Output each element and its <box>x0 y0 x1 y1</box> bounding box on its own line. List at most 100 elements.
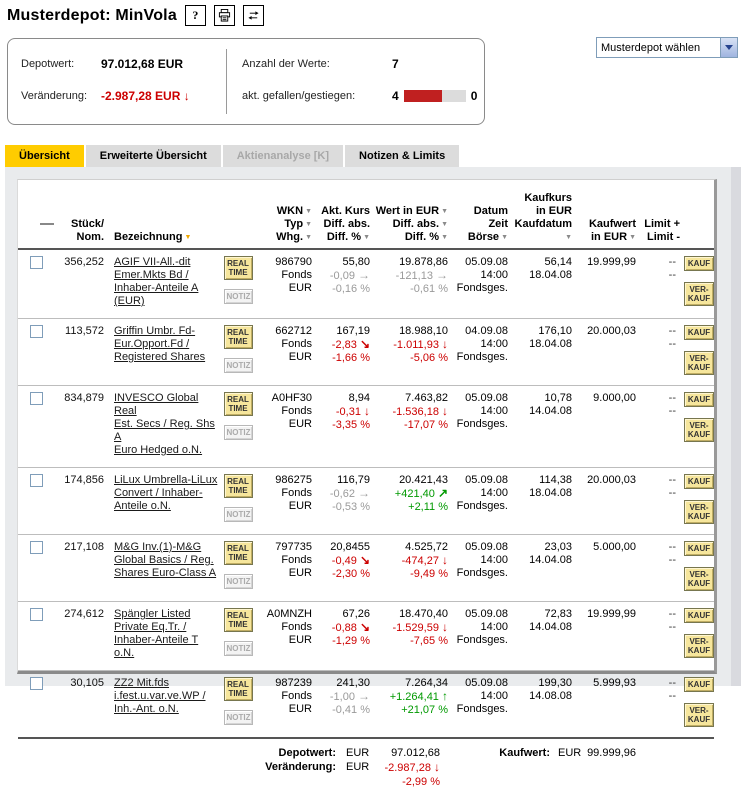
verkauf-button[interactable]: VER- KAUF <box>684 634 714 658</box>
realtime-button[interactable]: REAL TIME <box>224 677 253 701</box>
boerse-value: Fondsges. <box>452 351 508 364</box>
depotwert-value: 97.012,68 EUR <box>101 57 183 71</box>
notiz-button[interactable]: NOTIZ <box>224 289 253 304</box>
sort-icon[interactable]: ▼ <box>565 231 572 244</box>
notiz-button[interactable]: NOTIZ <box>224 574 253 589</box>
notiz-button[interactable]: NOTIZ <box>224 425 253 440</box>
limit-plus-value: -- <box>640 392 676 405</box>
trend-arrow-icon: ↓ <box>442 404 448 418</box>
sort-icon[interactable]: ▼ <box>441 231 448 244</box>
currency-label: EUR <box>346 746 372 760</box>
row-checkbox[interactable] <box>30 608 43 621</box>
verkauf-button[interactable]: VER- KAUF <box>684 567 714 591</box>
refresh-button[interactable] <box>243 5 264 26</box>
sort-icon[interactable]: ▼ <box>629 231 636 244</box>
notiz-button[interactable]: NOTIZ <box>224 710 253 725</box>
fund-link[interactable]: AGIF VII-All.-dit Emer.Mkts Bd / Inhaber… <box>114 256 198 307</box>
realtime-button[interactable]: REAL TIME <box>224 256 253 280</box>
gefallen-gestiegen-bar <box>404 90 466 102</box>
fund-link[interactable]: LiLux Umbrella-LiLux Convert / Inhaber- … <box>114 474 217 512</box>
verkauf-button[interactable]: VER- KAUF <box>684 418 714 442</box>
tab[interactable]: Notizen & Limits <box>345 145 459 167</box>
wert-value: 18.988,10 <box>374 325 448 338</box>
kauf-button[interactable]: KAUF <box>684 256 714 271</box>
sort-icon[interactable]: ▼ <box>305 205 312 218</box>
total-kaufwert-value: 99.999,96 <box>586 746 636 789</box>
typ-value: Fonds <box>256 690 312 703</box>
tab-bar: ÜbersichtErweiterte ÜbersichtAktienanaly… <box>5 145 459 167</box>
sort-icon[interactable]: ▼ <box>305 231 312 244</box>
realtime-button[interactable]: REAL TIME <box>224 541 253 565</box>
realtime-button[interactable]: REAL TIME <box>224 325 253 349</box>
fund-link[interactable]: ZZ2 Mit.fds i.fest.u.var.ve.WP / Inh.-An… <box>114 677 206 715</box>
row-checkbox[interactable] <box>30 677 43 690</box>
sort-icon[interactable]: ▼ <box>305 218 312 231</box>
row-checkbox[interactable] <box>30 325 43 338</box>
tab[interactable]: Übersicht <box>5 145 84 167</box>
anzahl-value: 7 <box>392 57 399 71</box>
sort-icon[interactable]: ▼ <box>184 231 191 244</box>
kaufwert-value: 5.000,00 <box>576 535 640 602</box>
dash-icon[interactable] <box>40 223 54 225</box>
kurs-diff-abs: -0,31 ↓ <box>316 405 370 419</box>
table-row: 174,856 LiLux Umbrella-LiLux Convert / I… <box>18 468 714 535</box>
select-dropdown-button[interactable] <box>720 38 737 57</box>
col-header-actions <box>684 184 714 249</box>
wert-diff-abs: -121,13 → <box>374 269 448 283</box>
kaufkurs-value: 72,83 <box>512 608 572 621</box>
gestiegen-count: 0 <box>471 89 478 103</box>
depot-select[interactable]: Musterdepot wählen <box>596 37 738 58</box>
limit-plus-value: -- <box>640 256 676 269</box>
kauf-button[interactable]: KAUF <box>684 325 714 340</box>
trend-arrow-icon: ↓ <box>442 337 448 351</box>
kauf-button[interactable]: KAUF <box>684 608 714 623</box>
row-checkbox[interactable] <box>30 392 43 405</box>
row-checkbox[interactable] <box>30 474 43 487</box>
kauf-button[interactable]: KAUF <box>684 541 714 556</box>
fund-link[interactable]: Griffin Umbr. Fd- Eur.Opport.Fd / Regist… <box>114 325 205 363</box>
notiz-button[interactable]: NOTIZ <box>224 358 253 373</box>
trend-arrow-icon: ↓ <box>442 553 448 567</box>
kauf-button[interactable]: KAUF <box>684 392 714 407</box>
fund-link[interactable]: M&G Inv.(1)-M&G Global Basics / Reg. Sha… <box>114 541 216 579</box>
sort-icon[interactable]: ▼ <box>501 231 508 244</box>
kauf-button[interactable]: KAUF <box>684 474 714 489</box>
print-button[interactable] <box>214 5 235 26</box>
col-header-wert: Wert in EUR▼ Diff. abs.▼ Diff. %▼ <box>374 184 452 249</box>
notiz-button[interactable]: NOTIZ <box>224 641 253 656</box>
kurs-diff-abs: -0,09 → <box>316 269 370 283</box>
verkauf-button[interactable]: VER- KAUF <box>684 703 714 727</box>
help-button[interactable]: ? <box>185 5 206 26</box>
wkn-value: A0MNZH <box>256 608 312 621</box>
row-checkbox[interactable] <box>30 541 43 554</box>
verkauf-button[interactable]: VER- KAUF <box>684 351 714 375</box>
fund-link[interactable]: Spängler Listed Private Eq.Tr. / Inhaber… <box>114 608 198 659</box>
fund-link[interactable]: INVESCO Global Real Est. Secs / Reg. Shs… <box>114 392 215 456</box>
sort-icon[interactable]: ▼ <box>441 205 448 218</box>
col-header-select <box>18 184 54 249</box>
kauf-button[interactable]: KAUF <box>684 677 714 692</box>
kaufwert-value: 20.000,03 <box>576 468 640 535</box>
verkauf-button[interactable]: VER- KAUF <box>684 282 714 306</box>
sort-icon[interactable]: ▼ <box>363 231 370 244</box>
realtime-button[interactable]: REAL TIME <box>224 392 253 416</box>
typ-value: Fonds <box>256 621 312 634</box>
row-checkbox[interactable] <box>30 256 43 269</box>
arrow-down-icon: ↓ <box>184 89 190 103</box>
kaufkurs-value: 199,30 <box>512 677 572 690</box>
datum-value: 04.09.08 <box>452 325 508 338</box>
wkn-value: 662712 <box>256 325 312 338</box>
realtime-button[interactable]: REAL TIME <box>224 608 253 632</box>
zeit-value: 14:00 <box>452 621 508 634</box>
whg-value: EUR <box>256 703 312 716</box>
tab[interactable]: Erweiterte Übersicht <box>86 145 221 167</box>
boerse-value: Fondsges. <box>452 634 508 647</box>
verkauf-button[interactable]: VER- KAUF <box>684 500 714 524</box>
wert-diff-pct: -7,65 % <box>374 635 448 648</box>
typ-value: Fonds <box>256 338 312 351</box>
table-row: 113,572 Griffin Umbr. Fd- Eur.Opport.Fd … <box>18 319 714 386</box>
sort-icon[interactable]: ▼ <box>441 218 448 231</box>
col-header-limit: Limit + Limit - <box>640 184 684 249</box>
realtime-button[interactable]: REAL TIME <box>224 474 253 498</box>
notiz-button[interactable]: NOTIZ <box>224 507 253 522</box>
